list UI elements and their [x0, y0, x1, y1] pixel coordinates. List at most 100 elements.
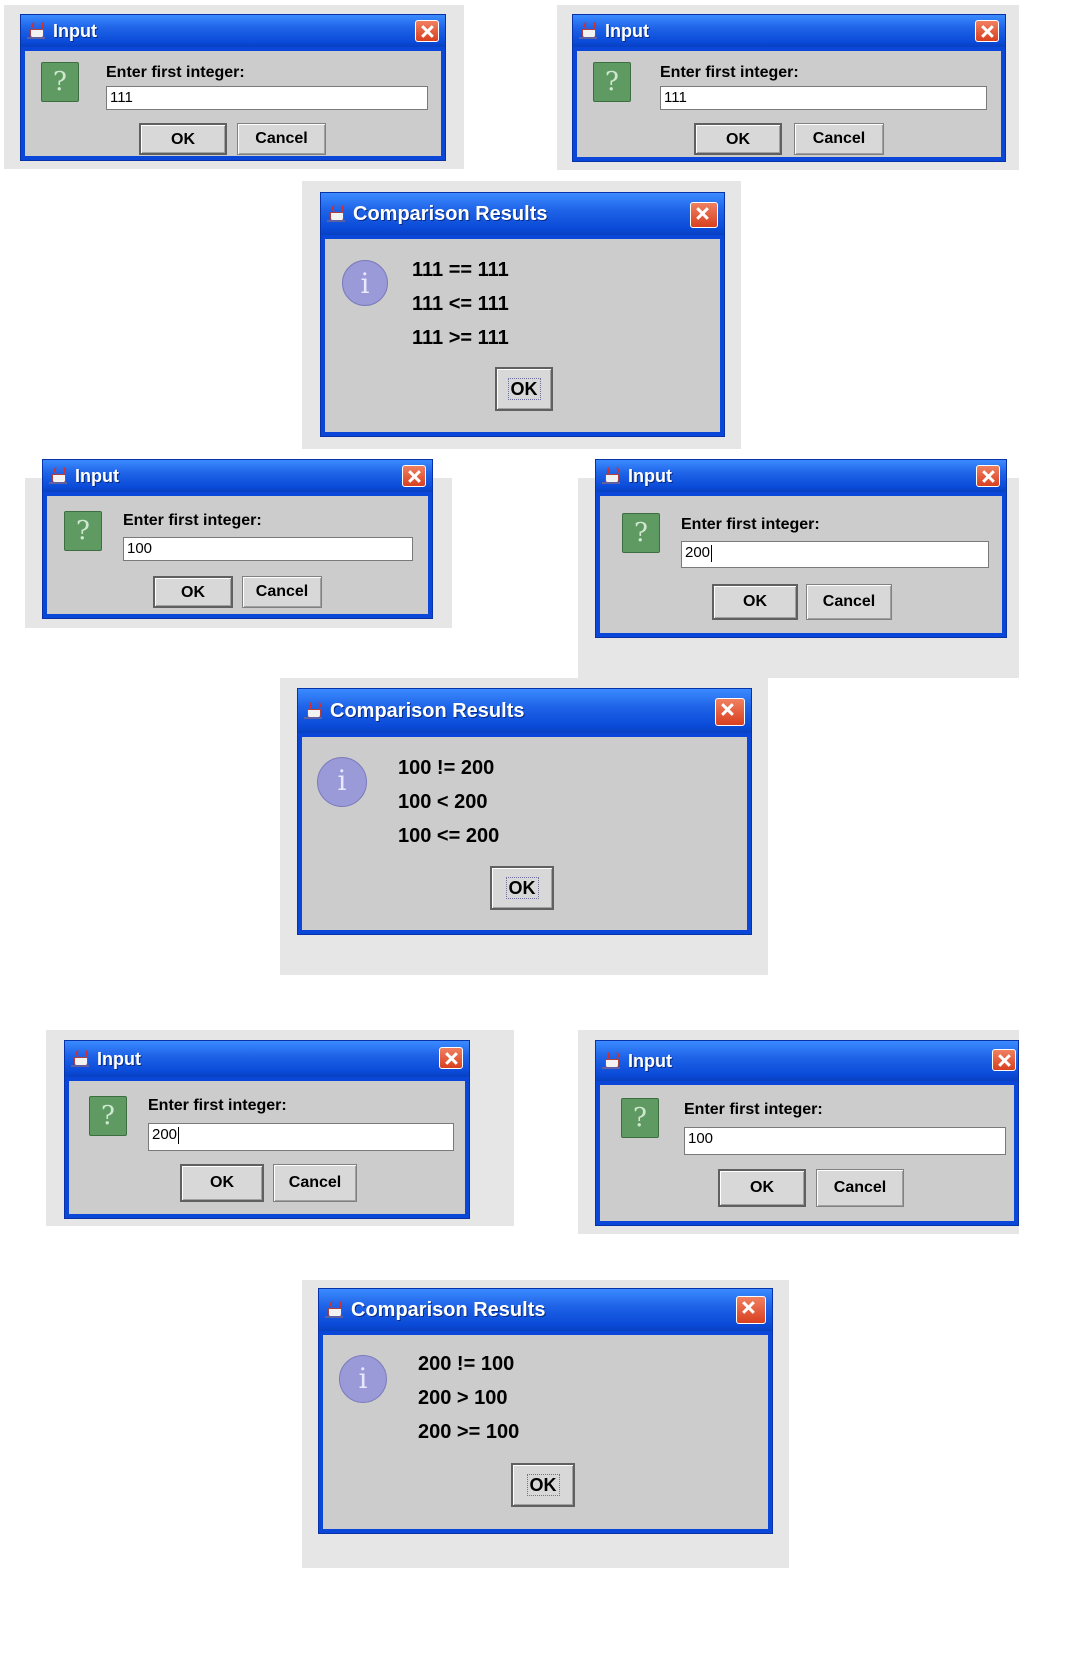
cancel-button[interactable]: Cancel [242, 576, 322, 608]
ok-button[interactable]: OK [153, 576, 233, 608]
dialog-title: Comparison Results [330, 699, 525, 722]
ok-label: OK [750, 1179, 774, 1196]
ok-button[interactable]: OK [139, 123, 227, 155]
integer-input[interactable]: 200 [148, 1123, 454, 1151]
info-icon: i [339, 1355, 387, 1403]
dialog-body: ? Enter first integer: 200 OK Cancel [69, 1081, 465, 1214]
question-icon: ? [622, 513, 660, 553]
java-cup-icon [304, 702, 324, 720]
ok-button[interactable]: OK [511, 1463, 575, 1507]
close-icon[interactable] [992, 1049, 1016, 1071]
ok-label: OK [505, 877, 539, 899]
integer-input[interactable]: 111 [660, 86, 987, 110]
cancel-label: Cancel [812, 130, 866, 147]
ok-label: OK [181, 584, 205, 601]
input-value: 200 [685, 544, 711, 561]
title-bar[interactable]: Comparison Results [321, 193, 724, 235]
ok-label: OK [726, 131, 750, 148]
result-line: 111 == 111 [412, 259, 509, 281]
ok-button[interactable]: OK [490, 866, 554, 910]
cancel-button[interactable]: Cancel [273, 1164, 357, 1202]
title-bar[interactable]: Input [43, 460, 432, 492]
result-line: 111 >= 111 [412, 327, 509, 349]
java-cup-icon [49, 467, 69, 485]
dialog-body: i 100 != 200 100 < 200 100 <= 200 OK [302, 737, 747, 930]
prompt-label: Enter first integer: [660, 64, 799, 81]
java-cup-icon [602, 1052, 622, 1070]
cancel-button[interactable]: Cancel [816, 1169, 904, 1207]
ok-button[interactable]: OK [495, 367, 553, 411]
cancel-button[interactable]: Cancel [794, 123, 884, 155]
integer-input[interactable]: 100 [684, 1127, 1006, 1155]
integer-input[interactable]: 200 [681, 541, 989, 568]
title-bar[interactable]: Comparison Results [298, 689, 751, 733]
title-bar[interactable]: Comparison Results [319, 1289, 772, 1331]
prompt-label: Enter first integer: [681, 516, 820, 533]
close-icon[interactable] [415, 20, 439, 42]
close-icon[interactable] [402, 465, 426, 487]
cancel-label: Cancel [833, 1179, 887, 1196]
result-line: 100 != 200 [398, 757, 495, 779]
ok-label: OK [526, 1474, 560, 1496]
close-icon[interactable] [976, 465, 1000, 487]
text-caret [711, 544, 713, 562]
input-dialog-3: Input ? Enter first integer: 100 OK Canc… [42, 459, 433, 619]
cancel-button[interactable]: Cancel [237, 123, 326, 155]
question-icon: ? [89, 1096, 127, 1136]
close-icon[interactable] [975, 20, 999, 42]
title-bar[interactable]: Input [21, 15, 445, 47]
dialog-body: i 200 != 100 200 > 100 200 >= 100 OK [323, 1335, 768, 1529]
result-line: 100 < 200 [398, 791, 488, 813]
title-bar[interactable]: Input [65, 1041, 469, 1077]
ok-label: OK [210, 1174, 234, 1191]
dialog-title: Comparison Results [353, 202, 548, 225]
results-dialog-2: Comparison Results i 100 != 200 100 < 20… [297, 688, 752, 935]
ok-button[interactable]: OK [718, 1169, 806, 1207]
info-icon: i [342, 260, 388, 306]
ok-label: OK [171, 131, 195, 148]
ok-button[interactable]: OK [712, 584, 798, 620]
prompt-label: Enter first integer: [684, 1101, 823, 1118]
dialog-body: ? Enter first integer: 100 OK Cancel [600, 1085, 1014, 1221]
title-bar[interactable]: Input [596, 1041, 1018, 1081]
java-cup-icon [71, 1050, 91, 1068]
ok-button[interactable]: OK [180, 1164, 264, 1202]
question-icon: ? [621, 1098, 659, 1138]
close-icon[interactable] [715, 698, 745, 726]
dialog-body: ? Enter first integer: 111 OK Cancel [25, 51, 441, 156]
java-cup-icon [27, 22, 47, 40]
java-cup-icon [602, 467, 622, 485]
title-bar[interactable]: Input [573, 15, 1005, 47]
input-dialog-5: Input ? Enter first integer: 200 OK Canc… [64, 1040, 470, 1219]
cancel-label: Cancel [288, 1174, 342, 1191]
dialog-title: Input [97, 1048, 141, 1069]
close-icon[interactable] [439, 1047, 463, 1069]
info-icon: i [317, 757, 367, 807]
java-cup-icon [327, 205, 347, 223]
cancel-button[interactable]: Cancel [806, 584, 892, 620]
title-bar[interactable]: Input [596, 460, 1006, 492]
dialog-title: Input [628, 1050, 672, 1071]
integer-input[interactable]: 111 [106, 86, 428, 110]
results-dialog-3: Comparison Results i 200 != 100 200 > 10… [318, 1288, 773, 1534]
input-dialog-2: Input ? Enter first integer: 111 OK Canc… [572, 14, 1006, 162]
input-dialog-6: Input ? Enter first integer: 100 OK Canc… [595, 1040, 1019, 1226]
integer-input[interactable]: 100 [123, 537, 413, 561]
dialog-body: ? Enter first integer: 200 OK Cancel [600, 496, 1002, 633]
dialog-title: Input [53, 20, 97, 41]
result-line: 200 != 100 [418, 1353, 515, 1375]
ok-label: OK [507, 378, 541, 400]
close-icon[interactable] [690, 202, 718, 228]
ok-button[interactable]: OK [694, 123, 782, 155]
cancel-label: Cancel [255, 583, 309, 600]
result-line: 200 >= 100 [418, 1421, 520, 1443]
input-value: 200 [152, 1126, 178, 1143]
dialog-body: ? Enter first integer: 100 OK Cancel [47, 496, 428, 614]
question-icon: ? [41, 62, 79, 102]
prompt-label: Enter first integer: [123, 512, 262, 529]
close-icon[interactable] [736, 1296, 766, 1324]
results-dialog-1: Comparison Results i 111 == 111 111 <= 1… [320, 192, 725, 437]
dialog-title: Input [605, 20, 649, 41]
java-cup-icon [325, 1301, 345, 1319]
ok-label: OK [743, 593, 767, 610]
